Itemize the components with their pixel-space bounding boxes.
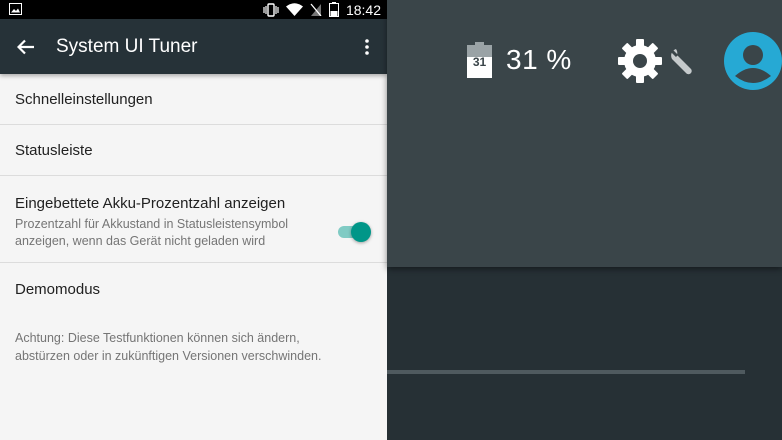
- zoomed-quick-settings: 31 31 %: [387, 0, 782, 440]
- vibrate-icon: [263, 2, 279, 17]
- screen: 18:42 System UI Tuner Schnelleinstellung…: [0, 0, 782, 440]
- list-item-demo-mode[interactable]: Demomodus: [0, 263, 387, 315]
- status-icons: 18:42: [263, 0, 381, 19]
- list-item-battery-percentage[interactable]: Eingebettete Akku-Prozentzahl anzeigen P…: [0, 176, 387, 263]
- list-item-summary: Prozentzahl für Akkustand in Statusleist…: [15, 217, 289, 248]
- wifi-icon: [285, 3, 303, 16]
- no-sim-icon: [310, 3, 322, 16]
- battery-percentage-toggle[interactable]: [336, 222, 371, 242]
- list-item-title: Demomodus: [15, 280, 101, 298]
- quick-settings-header: 31 31 %: [387, 0, 782, 267]
- phone-screen: 18:42 System UI Tuner Schnelleinstellung…: [0, 0, 387, 440]
- battery-percentage-label: 31 %: [506, 44, 572, 75]
- status-bar: 18:42: [0, 0, 387, 19]
- app-toolbar: System UI Tuner: [0, 19, 387, 74]
- overflow-menu-button[interactable]: [361, 35, 373, 59]
- list-item-title: Schnelleinstellungen: [15, 90, 153, 108]
- list-item-title: Eingebettete Akku-Prozentzahl anzeigen: [15, 195, 286, 212]
- arrow-back-icon: [17, 39, 34, 54]
- list-item-status-bar[interactable]: Statusleiste: [0, 125, 387, 176]
- battery-icon: 31: [467, 42, 492, 78]
- account-avatar-icon[interactable]: [724, 32, 782, 90]
- list-item-quick-settings[interactable]: Schnelleinstellungen: [0, 74, 387, 125]
- image-icon: [9, 3, 22, 15]
- settings-gear-icon[interactable]: [616, 37, 664, 85]
- warning-footer: Achtung: Diese Testfunktionen können sic…: [15, 331, 322, 363]
- list-item-title: Statusleiste: [15, 141, 93, 159]
- back-button[interactable]: [14, 35, 38, 59]
- battery-icon: [328, 2, 339, 17]
- settings-list: Schnelleinstellungen Statusleiste Eingeb…: [0, 74, 387, 365]
- clock: 18:42: [345, 1, 381, 18]
- toggle-thumb: [351, 222, 371, 242]
- wrench-icon: [669, 48, 692, 75]
- battery-level-text: 31: [473, 55, 487, 69]
- more-vert-icon: [365, 39, 369, 55]
- page-title: System UI Tuner: [56, 35, 198, 57]
- brightness-slider-track[interactable]: [387, 370, 745, 374]
